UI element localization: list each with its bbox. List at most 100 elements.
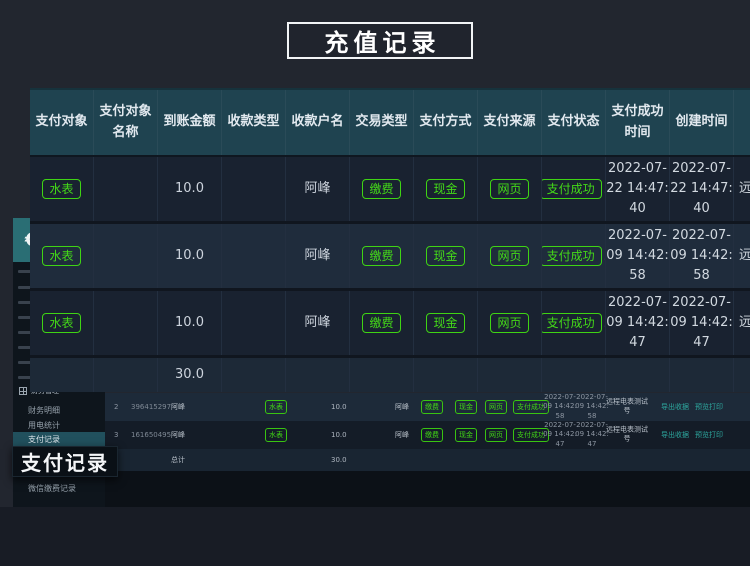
total-amount: 30.0 [331,456,347,464]
create-time-cell: 2022-07- 09 14:42: 58 [670,224,734,288]
meter-badge: 水表 [265,428,287,442]
trade-type-badge: 缴费 [362,179,400,199]
column-header-trade-type: 交易类型 [350,90,414,155]
pay-object-cell: 水表 [30,157,94,221]
page-title-text: 充值记录 [320,23,441,58]
remark-cell-clipped: 远 [734,157,750,221]
sidebar-item-wechat-records[interactable]: 微信缴费记录 [13,481,105,496]
column-header-clipped [734,90,750,155]
empty-cell [30,358,94,392]
table-row: 3 161650495 阿峰 水表 10.0 阿峰 缴费 现金 网页 支付成功 … [105,421,750,449]
table-row: 水表 10.0 阿峰 缴费 现金 网页 支付成功. 2022-07- 09 14… [30,291,750,358]
object-name-cell [94,291,158,355]
trade-type-badge: 缴费 [421,428,443,442]
pay-object-cell: 水表 [30,224,94,288]
column-header-amount: 到账金额 [158,90,222,155]
account-name-cell: 阿峰 [286,291,350,355]
pay-source-cell: 网页 [478,157,542,221]
page-bottom-area [0,507,750,566]
export-receipt-link[interactable]: 导出收据 [661,430,689,440]
trade-type-cell: 缴费 [350,291,414,355]
meter-type-badge: 水表 [42,246,80,266]
sidebar-item-label: 微信缴费记录 [28,484,76,493]
amount: 10.0 [331,431,347,439]
account-name-cell: 阿峰 [286,157,350,221]
preview-print-link[interactable]: 预览打印 [695,430,723,440]
trade-type-badge: 缴费 [421,400,443,414]
empty-cell [478,358,542,392]
pay-method-badge: 现金 [455,428,477,442]
menu-group-icon [19,387,27,395]
pay-source-badge: 网页 [490,313,528,333]
preview-print-link[interactable]: 预览打印 [695,402,723,412]
sidebar-item-finance-detail[interactable]: 财务明细 [13,403,105,418]
total-label: 总计 [171,455,185,465]
empty-cell [414,358,478,392]
trade-type-badge: 缴费 [362,246,400,266]
sidebar-item-payment-records[interactable]: 支付记录 [13,432,105,447]
recv-type-cell [222,224,286,288]
table-header-row: 支付对象 支付对象名称 到账金额 收款类型 收款户名 交易类型 支付方式 支付来… [30,90,750,157]
success-time-cell: 2022-07- 09 14:42: 58 [606,224,670,288]
payment-records-callout: 支付记录 [12,446,118,477]
pay-status-cell: 支付成功. [542,157,606,221]
amount: 10.0 [331,403,347,411]
empty-cell [670,358,734,392]
total-amount-cell: 30.0 [158,358,222,392]
amount-cell: 10.0 [158,291,222,355]
sidebar-item-label: 用电统计 [28,421,60,430]
object-name-cell [94,224,158,288]
amount-cell: 10.0 [158,157,222,221]
pay-source-cell: 网页 [478,224,542,288]
empty-cell [286,358,350,392]
callout-label: 支付记录 [21,447,109,476]
create-time-cell: 2022-07- 22 14:47: 40 [670,157,734,221]
total-row: 总计 30.0 [105,449,750,471]
pay-source-badge: 网页 [485,400,507,414]
trade-type-badge: 缴费 [362,313,400,333]
sidebar-item-power-stats[interactable]: 用电统计 [13,418,105,433]
pay-status-cell: 支付成功. [542,224,606,288]
remark-cell-clipped: 远 [734,224,750,288]
meter-type-badge: 水表 [42,313,80,333]
column-header-account-name: 收款户名 [286,90,350,155]
pay-source-badge: 网页 [490,179,528,199]
pay-method-badge: 现金 [426,246,464,266]
sidebar-item-label: 财务明细 [28,406,60,415]
column-header-object-name: 支付对象名称 [94,90,158,155]
recv-type-cell [222,157,286,221]
empty-cell [542,358,606,392]
remark: 远程电表测试 号 [605,426,649,445]
mini-table: 2 396415297 阿峰 水表 10.0 阿峰 缴费 现金 网页 支付成功 … [105,393,750,471]
pay-method-cell: 现金 [414,224,478,288]
pay-status-badge: 支付成功 [542,246,602,266]
pay-status-badge: 支付成功 [542,179,602,199]
remark-cell-clipped: 远 [734,291,750,355]
column-header-create-time: 创建时间 [670,90,734,155]
pay-method-cell: 现金 [414,291,478,355]
export-receipt-link[interactable]: 导出收据 [661,402,689,412]
pay-status-badge: 支付成功 [542,313,602,333]
account-name-cell: 阿峰 [286,224,350,288]
recharge-records-table: 支付对象 支付对象名称 到账金额 收款类型 收款户名 交易类型 支付方式 支付来… [30,88,750,392]
object-name-cell [94,157,158,221]
empty-cell [350,358,414,392]
row-index: 2 [114,403,118,411]
table-row: 水表 10.0 阿峰 缴费 现金 网页 支付成功. 2022-07- 09 14… [30,224,750,291]
order-id: 396415297 [131,403,171,411]
account-name: 阿峰 [395,402,409,412]
pay-source-badge: 网页 [490,246,528,266]
recv-type-cell [222,291,286,355]
window-empty-area [105,471,750,507]
column-header-pay-status: 支付状态 [542,90,606,155]
row-index: 3 [114,431,118,439]
empty-cell [94,358,158,392]
pay-method-cell: 现金 [414,157,478,221]
payer-name: 阿峰 [171,402,185,412]
account-name: 阿峰 [395,430,409,440]
table-row: 水表 10.0 阿峰 缴费 现金 网页 支付成功. 2022-07- 22 14… [30,157,750,224]
meter-type-badge: 水表 [42,179,80,199]
empty-cell [222,358,286,392]
empty-cell [606,358,670,392]
sidebar-item-label: 支付记录 [28,435,60,444]
